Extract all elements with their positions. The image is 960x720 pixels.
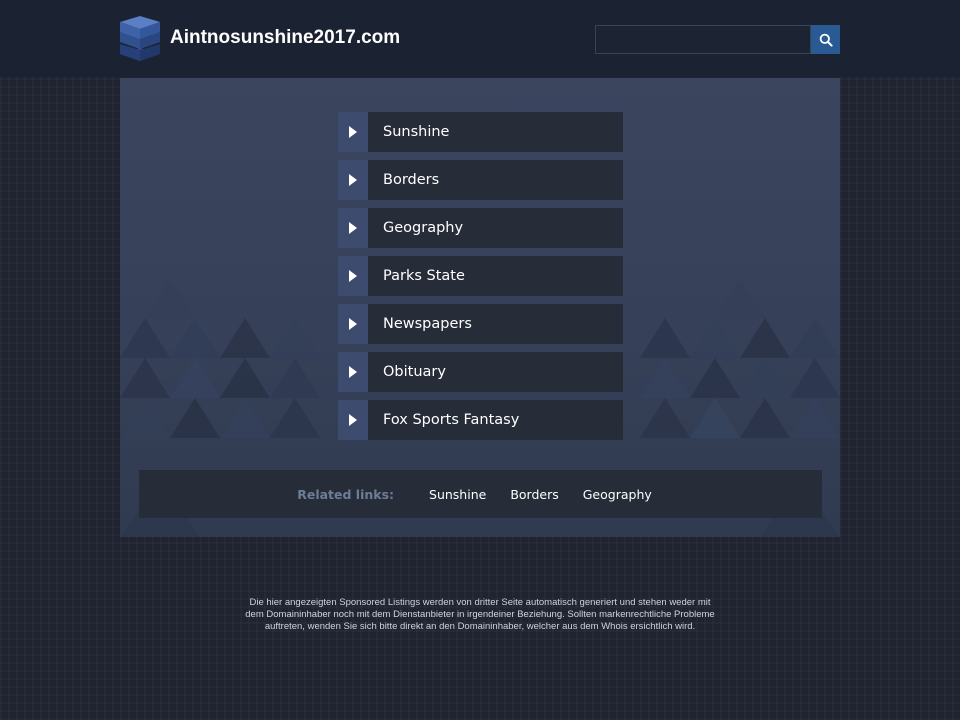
play-arrow-icon [338, 160, 368, 200]
menu-item-parks-state[interactable]: Parks State [338, 256, 623, 296]
menu-item-newspapers[interactable]: Newspapers [338, 304, 623, 344]
menu-item-label[interactable]: Obituary [368, 352, 623, 392]
related-link-geography[interactable]: Geography [583, 487, 652, 502]
play-arrow-icon [338, 352, 368, 392]
search-icon [819, 33, 833, 47]
menu-item-borders[interactable]: Borders [338, 160, 623, 200]
disclaimer-text: Die hier angezeigten Sponsored Listings … [245, 597, 715, 632]
menu-item-label[interactable]: Sunshine [368, 112, 623, 152]
main-panel: Sunshine Borders Geography Parks State N… [120, 78, 840, 537]
menu-item-label[interactable]: Borders [368, 160, 623, 200]
related-link-borders[interactable]: Borders [510, 487, 558, 502]
menu-item-label[interactable]: Newspapers [368, 304, 623, 344]
menu-item-fox-sports-fantasy[interactable]: Fox Sports Fantasy [338, 400, 623, 440]
play-arrow-icon [338, 208, 368, 248]
search-input[interactable] [595, 25, 811, 54]
related-link-sunshine[interactable]: Sunshine [429, 487, 486, 502]
related-links-title: Related links: [297, 486, 395, 502]
menu-item-geography[interactable]: Geography [338, 208, 623, 248]
logo-layers-icon[interactable] [119, 14, 161, 62]
menu-item-label[interactable]: Parks State [368, 256, 623, 296]
play-arrow-icon [338, 112, 368, 152]
site-header: Aintnosunshine2017.com [0, 0, 960, 77]
menu-item-obituary[interactable]: Obituary [338, 352, 623, 392]
search-button[interactable] [811, 25, 840, 54]
play-arrow-icon [338, 400, 368, 440]
play-arrow-icon [338, 256, 368, 296]
menu-item-label[interactable]: Fox Sports Fantasy [368, 400, 623, 440]
link-menu: Sunshine Borders Geography Parks State N… [338, 112, 623, 448]
related-links-bar: Related links: Sunshine Borders Geograph… [139, 470, 822, 518]
play-arrow-icon [338, 304, 368, 344]
menu-item-label[interactable]: Geography [368, 208, 623, 248]
menu-item-sunshine[interactable]: Sunshine [338, 112, 623, 152]
site-title[interactable]: Aintnosunshine2017.com [170, 27, 400, 49]
